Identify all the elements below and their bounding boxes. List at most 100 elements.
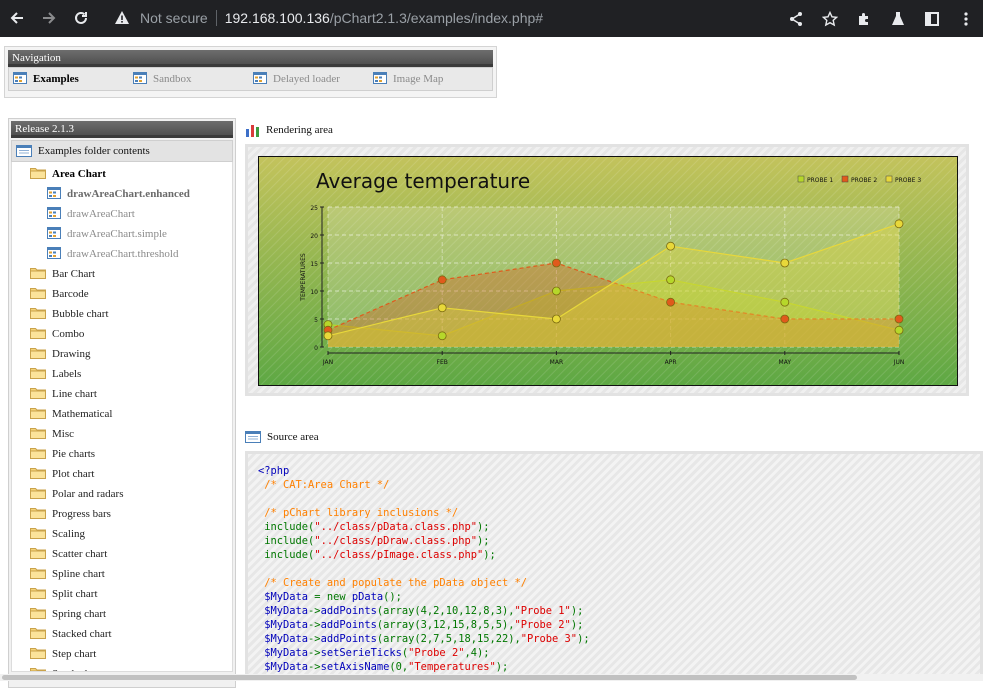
folder-item[interactable]: Drawing xyxy=(12,344,232,364)
folder-item[interactable]: Pie charts xyxy=(12,444,232,464)
nav-tab-sandbox[interactable]: Sandbox xyxy=(129,71,249,87)
folder-label: Pie charts xyxy=(52,448,96,460)
folder-item[interactable]: Polar and radars xyxy=(12,484,232,504)
nav-tab-delayed-loader[interactable]: Delayed loader xyxy=(249,71,369,87)
folder-item[interactable]: Bar Chart xyxy=(12,264,232,284)
nav-tab-image-map[interactable]: Image Map xyxy=(369,71,489,87)
folder-icon xyxy=(30,446,46,462)
code-token: "Temperatures" xyxy=(408,661,496,673)
data-point xyxy=(437,303,447,313)
x-tick-label: APR xyxy=(665,359,677,366)
source-code-area[interactable]: <?php /* CAT:Area Chart */ /* pChart lib… xyxy=(245,451,983,681)
folder-item[interactable]: Misc xyxy=(12,424,232,444)
forward-icon[interactable] xyxy=(33,2,65,34)
folder-item[interactable]: Spring chart xyxy=(12,604,232,624)
folder-icon xyxy=(30,366,46,382)
data-point xyxy=(323,331,333,341)
folder-label: Misc xyxy=(52,428,74,440)
code-token: -> xyxy=(308,619,321,631)
rendering-area-label: Rendering area xyxy=(266,124,333,136)
example-item[interactable]: drawAreaChart.simple xyxy=(12,224,232,244)
folder-item[interactable]: Labels xyxy=(12,364,232,384)
code-token: -> xyxy=(308,661,321,673)
folder-item[interactable]: Bubble chart xyxy=(12,304,232,324)
bar-chart-icon xyxy=(246,125,259,137)
code-line: /* pChart library inclusions */ xyxy=(258,506,980,520)
nav-tab-examples[interactable]: Examples xyxy=(9,71,129,87)
folder-item[interactable]: Area Chart xyxy=(12,164,232,184)
code-token: include( xyxy=(258,521,315,533)
folder-item[interactable]: Scaling xyxy=(12,524,232,544)
example-grid-icon xyxy=(47,206,61,222)
folder-item[interactable]: Mathematical xyxy=(12,404,232,424)
example-item[interactable]: drawAreaChart xyxy=(12,204,232,224)
address-bar[interactable]: Not secure 192.168.100.136/pChart2.1.3/e… xyxy=(104,4,874,32)
code-token: ); xyxy=(570,605,584,617)
folder-label: Stock chart xyxy=(52,668,102,671)
not-secure-label[interactable]: Not secure xyxy=(140,10,208,26)
folder-item[interactable]: Step chart xyxy=(12,644,232,664)
labs-flask-icon[interactable] xyxy=(881,2,915,36)
side-panel-icon[interactable] xyxy=(915,2,949,36)
folder-icon xyxy=(30,646,46,662)
folder-item[interactable]: Split chart xyxy=(12,584,232,604)
code-line xyxy=(258,492,980,506)
example-item[interactable]: drawAreaChart.enhanced xyxy=(12,184,232,204)
folder-label: Spline chart xyxy=(52,568,105,580)
data-point xyxy=(437,331,447,341)
code-token: ); xyxy=(476,521,490,533)
code-token: (array(4,2,10,12,8,3), xyxy=(376,605,515,617)
reload-icon[interactable] xyxy=(65,2,97,34)
back-icon[interactable] xyxy=(1,2,33,34)
folder-item[interactable]: Line chart xyxy=(12,384,232,404)
example-item[interactable]: drawAreaChart.threshold xyxy=(12,244,232,264)
folder-item[interactable]: Combo xyxy=(12,324,232,344)
code-token: (array(3,12,15,8,5,5), xyxy=(376,619,515,631)
code-token: pData xyxy=(351,591,384,603)
code-token: = new xyxy=(308,591,352,603)
example-label: drawAreaChart xyxy=(67,208,135,220)
url-path: /pChart2.1.3/examples/index.php# xyxy=(329,10,544,26)
example-grid-icon xyxy=(47,226,61,242)
horizontal-scrollbar[interactable] xyxy=(0,674,983,681)
navigation-tabs: Examples Sandbox Delayed loader Image Map xyxy=(8,67,493,91)
code-token: ,4); xyxy=(464,647,490,659)
code-token: "../class/pData.class.php" xyxy=(314,521,477,533)
code-token: "Probe 3" xyxy=(520,633,578,645)
folder-item[interactable]: Barcode xyxy=(12,284,232,304)
warning-icon[interactable] xyxy=(114,10,130,26)
folder-label: Split chart xyxy=(52,588,98,600)
share-icon[interactable] xyxy=(779,2,813,36)
code-token: ); xyxy=(495,661,509,673)
nav-tab-label: Sandbox xyxy=(153,73,192,85)
folder-icon xyxy=(30,386,46,402)
folder-item[interactable]: Progress bars xyxy=(12,504,232,524)
code-line: $MyData->setAxisName(0,"Temperatures"); xyxy=(258,660,980,674)
sidebar: Release 2.1.3 Examples folder contents A… xyxy=(8,118,236,688)
window-icon xyxy=(245,431,261,443)
code-token: /* pChart library inclusions */ xyxy=(258,507,459,519)
folder-label: Progress bars xyxy=(52,508,111,520)
code-token: ); xyxy=(483,549,496,561)
extensions-icon[interactable] xyxy=(847,2,881,36)
bookmark-star-icon[interactable] xyxy=(813,2,847,36)
code-token: include( xyxy=(258,535,315,547)
menu-dots-icon[interactable] xyxy=(949,2,983,36)
folder-item[interactable]: Stock chart xyxy=(12,664,232,671)
folder-item[interactable]: Spline chart xyxy=(12,564,232,584)
scrollbar-thumb[interactable] xyxy=(2,675,857,680)
chart-title: Average temperature xyxy=(316,169,530,193)
code-token: ); xyxy=(570,619,584,631)
code-token: $MyData xyxy=(258,605,309,617)
code-token: addPoints xyxy=(320,633,377,645)
folder-item[interactable]: Stacked chart xyxy=(12,624,232,644)
code-token: "../class/pImage.class.php" xyxy=(314,549,484,561)
y-tick-label: 25 xyxy=(310,205,318,212)
folder-item[interactable]: Scatter chart xyxy=(12,544,232,564)
code-token: (0, xyxy=(389,661,409,673)
navigation-title: Navigation xyxy=(8,50,493,67)
legend-swatch xyxy=(841,175,849,183)
folder-item[interactable]: Plot chart xyxy=(12,464,232,484)
example-label: drawAreaChart.threshold xyxy=(67,248,179,260)
folder-icon xyxy=(30,326,46,342)
